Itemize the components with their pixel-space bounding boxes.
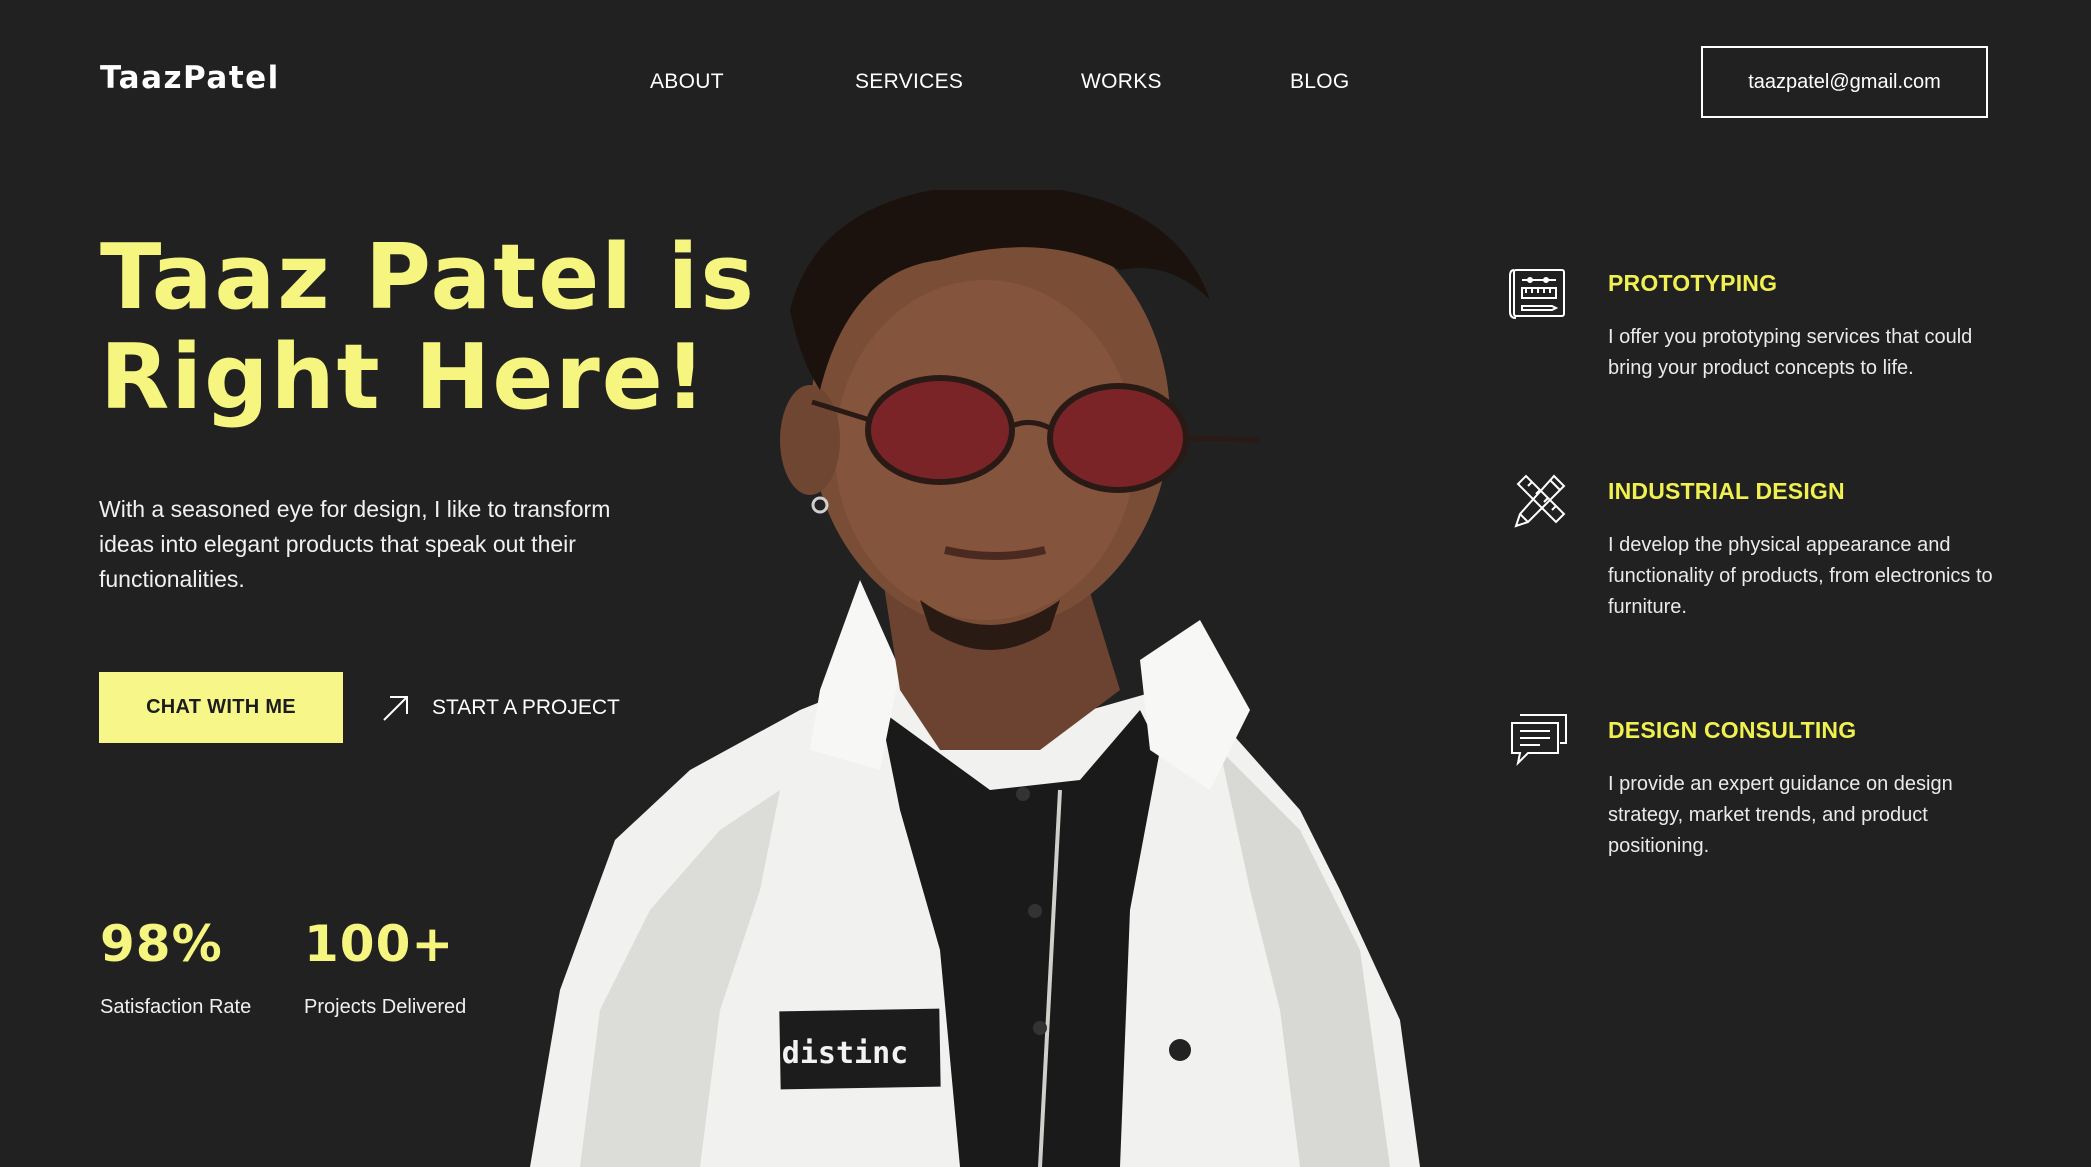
hero-headline: Taaz Patel is Right Here!: [100, 225, 756, 430]
email-button[interactable]: taazpatel@gmail.com: [1701, 46, 1988, 118]
service-title: INDUSTRIAL DESIGN: [1608, 478, 1845, 504]
stat-value: 98%: [100, 915, 223, 973]
stat-satisfaction: 98% Satisfaction Rate: [100, 914, 251, 1019]
hero-intro: With a seasoned eye for design, I like t…: [99, 496, 611, 592]
stat-projects: 100+ Projects Delivered: [304, 914, 466, 1019]
nav-blog[interactable]: BLOG: [1290, 70, 1350, 94]
start-project-link[interactable]: START A PROJECT: [380, 690, 620, 726]
service-title: DESIGN CONSULTING: [1608, 717, 1857, 743]
service-description: I develop the physical appearance and fu…: [1608, 534, 1993, 618]
nav-about[interactable]: ABOUT: [650, 70, 724, 94]
service-description: I offer you prototyping services that co…: [1608, 326, 1973, 379]
service-title: PROTOTYPING: [1608, 270, 1778, 296]
start-project-label: START A PROJECT: [432, 696, 620, 719]
service-description: I provide an expert guidance on design s…: [1608, 773, 1953, 857]
blueprint-icon: [1509, 269, 1565, 319]
stat-label: Satisfaction Rate: [100, 996, 252, 1018]
chat-with-me-button[interactable]: CHAT WITH ME: [99, 672, 343, 743]
chat-bubbles-icon: [1511, 714, 1567, 767]
jacket-patch-text: distinc: [782, 1036, 908, 1071]
nav-services[interactable]: SERVICES: [855, 70, 963, 94]
stat-label: Projects Delivered: [304, 996, 467, 1018]
nav-works[interactable]: WORKS: [1081, 70, 1162, 94]
landing-page: TaazPatel ABOUT SERVICES WORKS BLOG taaz…: [0, 0, 2091, 1167]
pencil-ruler-icon: [1514, 474, 1566, 528]
stat-value: 100+: [304, 915, 455, 973]
arrow-up-right-icon: [383, 696, 408, 721]
